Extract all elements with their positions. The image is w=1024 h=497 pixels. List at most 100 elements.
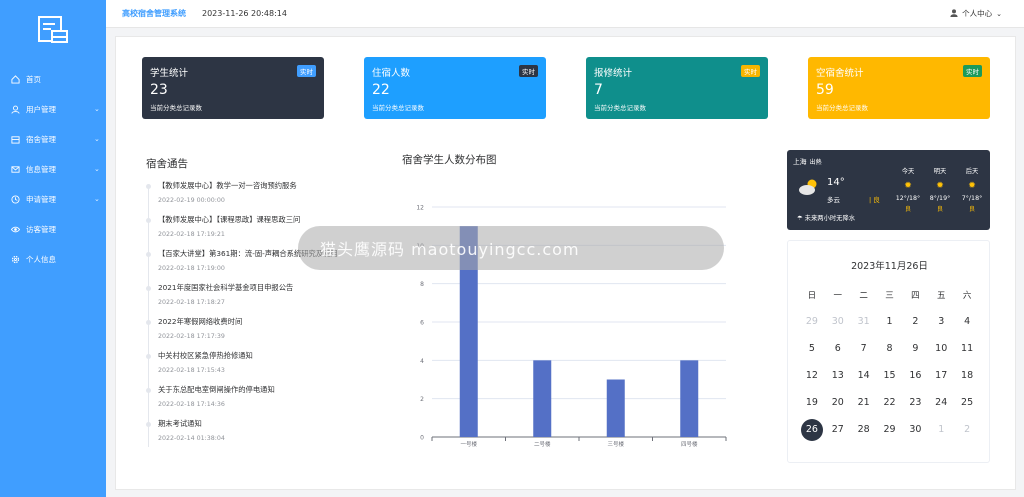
calendar-day[interactable]: 30 bbox=[825, 316, 851, 327]
announcement-item[interactable]: 2021年度国家社会科学基金项目申报公告 2022-02-18 17:18:27 bbox=[146, 283, 378, 317]
x-tick-label: 三号楼 bbox=[607, 440, 624, 448]
aqi-label: 出熱 bbox=[809, 159, 822, 166]
app-title: 高校宿舍管理系统 bbox=[122, 9, 186, 18]
calendar-day[interactable]: 1 bbox=[928, 424, 954, 435]
announcement-time: 2022-02-18 17:17:39 bbox=[158, 333, 225, 340]
dormitory-logo-icon bbox=[38, 16, 68, 43]
calendar-day[interactable]: 20 bbox=[825, 397, 851, 408]
calendar-day[interactable]: 5 bbox=[799, 343, 825, 354]
air-quality: | 良 bbox=[869, 196, 880, 204]
announcement-item[interactable]: 中关村校区紧急停热抢修通知 2022-02-18 17:15:43 bbox=[146, 351, 378, 385]
forecast-day-name: 明天 bbox=[933, 168, 947, 175]
calendar-day[interactable]: 22 bbox=[877, 397, 903, 408]
calendar-day[interactable]: 9 bbox=[902, 343, 928, 354]
y-tick-label: 6 bbox=[420, 320, 424, 327]
calendar-weekday: 日 bbox=[807, 290, 817, 301]
calendar-day-today[interactable]: 26 bbox=[799, 418, 825, 441]
announcement-time: 2022-02-18 17:18:27 bbox=[158, 299, 225, 306]
calendar-day[interactable]: 12 bbox=[799, 370, 825, 381]
sidebar-item-home[interactable]: 首页 bbox=[0, 64, 106, 94]
calendar-day[interactable]: 19 bbox=[799, 397, 825, 408]
calendar-day[interactable]: 27 bbox=[825, 424, 851, 435]
sidebar-item-info[interactable]: 信息管理 ⌄ bbox=[0, 154, 106, 184]
user-menu-dropdown[interactable]: 个人中心 ⌄ bbox=[950, 8, 1002, 19]
calendar-day[interactable]: 17 bbox=[928, 370, 954, 381]
chevron-down-icon: ⌄ bbox=[996, 9, 1002, 18]
realtime-badge: 实时 bbox=[297, 65, 316, 77]
chevron-down-icon: ⌄ bbox=[94, 105, 100, 113]
calendar-day[interactable]: 2 bbox=[902, 316, 928, 327]
chart-title: 宿舍学生人数分布图 bbox=[402, 154, 497, 166]
weather-city: 上海 出熱 bbox=[793, 156, 822, 166]
calendar-day[interactable]: 23 bbox=[902, 397, 928, 408]
current-temperature: 14° bbox=[827, 177, 845, 188]
calendar-day[interactable]: 1 bbox=[877, 316, 903, 327]
chevron-down-icon: ⌄ bbox=[94, 135, 100, 143]
sidebar-item-applications[interactable]: 申请管理 ⌄ bbox=[0, 184, 106, 214]
precipitation-text: 未来两小时无降水 bbox=[804, 215, 856, 222]
chevron-down-icon: ⌄ bbox=[94, 165, 100, 173]
x-tick-label: 一号楼 bbox=[460, 440, 477, 448]
calendar-day[interactable]: 31 bbox=[851, 316, 877, 327]
y-tick-label: 12 bbox=[416, 205, 424, 212]
stat-value: 59 bbox=[816, 82, 834, 98]
calendar-day[interactable]: 15 bbox=[877, 370, 903, 381]
building-icon bbox=[10, 134, 20, 144]
calendar-day[interactable]: 2 bbox=[954, 424, 980, 435]
calendar-day[interactable]: 13 bbox=[825, 370, 851, 381]
calendar-day[interactable]: 6 bbox=[825, 343, 851, 354]
calendar-week-row: 29 30 31 1 2 3 4 bbox=[799, 308, 980, 335]
calendar-day[interactable]: 7 bbox=[851, 343, 877, 354]
calendar-weekday: 五 bbox=[936, 290, 946, 301]
timeline-dot bbox=[146, 422, 151, 427]
announcement-item[interactable]: 关于东总配电室倒闸操作的停电通知 2022-02-18 17:14:36 bbox=[146, 385, 378, 419]
announcement-time: 2022-02-18 17:15:43 bbox=[158, 367, 225, 374]
calendar-day[interactable]: 25 bbox=[954, 397, 980, 408]
announcement-time: 2022-02-14 01:38:04 bbox=[158, 435, 225, 442]
announcement-item[interactable]: 【教师发展中心】教学一对一咨询预约服务 2022-02-19 00:00:00 bbox=[146, 181, 378, 215]
calendar-day[interactable]: 8 bbox=[877, 343, 903, 354]
calendar-day[interactable]: 4 bbox=[954, 316, 980, 327]
calendar-day[interactable]: 14 bbox=[851, 370, 877, 381]
announcement-title: 【教师发展中心】【课程思政】课程思政三问 bbox=[158, 215, 301, 224]
forecast-day: 明天 ✹ 8°/19° 良 bbox=[925, 166, 955, 213]
stat-card-students[interactable]: 学生统计 23 当前分类总记录数 实时 bbox=[142, 57, 324, 119]
announcement-title: 2021年度国家社会科学基金项目申报公告 bbox=[158, 283, 294, 292]
calendar-day[interactable]: 21 bbox=[851, 397, 877, 408]
calendar-day[interactable]: 24 bbox=[928, 397, 954, 408]
x-tick-label: 二号楼 bbox=[534, 440, 551, 448]
stat-subtitle: 当前分类总记录数 bbox=[594, 104, 646, 112]
calendar-day[interactable]: 11 bbox=[954, 343, 980, 354]
y-tick-label: 4 bbox=[420, 358, 424, 365]
announcement-title: 期末考试通知 bbox=[158, 419, 202, 428]
user-menu-label: 个人中心 bbox=[962, 9, 993, 18]
calendar-day[interactable]: 29 bbox=[877, 424, 903, 435]
forecast-day: 今天 ✹ 12°/18° 良 bbox=[893, 166, 923, 213]
sidebar-item-users[interactable]: 用户管理 ⌄ bbox=[0, 94, 106, 124]
chevron-down-icon: ⌄ bbox=[94, 195, 100, 203]
calendar-title: 2023年11月26日 bbox=[851, 261, 928, 272]
calendar-day[interactable]: 16 bbox=[902, 370, 928, 381]
stat-value: 23 bbox=[150, 82, 168, 98]
calendar-day[interactable]: 3 bbox=[928, 316, 954, 327]
sidebar-item-profile[interactable]: 个人信息 bbox=[0, 244, 106, 274]
calendar-day[interactable]: 29 bbox=[799, 316, 825, 327]
calendar-day[interactable]: 28 bbox=[851, 424, 877, 435]
calendar-day[interactable]: 18 bbox=[954, 370, 980, 381]
sidebar-item-label: 首页 bbox=[26, 74, 41, 84]
sidebar-item-dorms[interactable]: 宿舍管理 ⌄ bbox=[0, 124, 106, 154]
announcement-item[interactable]: 2022年寒假网络收费时间 2022-02-18 17:17:39 bbox=[146, 317, 378, 351]
stat-card-residents[interactable]: 住宿人数 22 当前分类总记录数 实时 bbox=[364, 57, 546, 119]
stat-card-repairs[interactable]: 报修统计 7 当前分类总记录数 实时 bbox=[586, 57, 768, 119]
announcement-item[interactable]: 期末考试通知 2022-02-14 01:38:04 bbox=[146, 419, 378, 453]
announcement-title: 关于东总配电室倒闸操作的停电通知 bbox=[158, 385, 275, 394]
sidebar-item-label: 访客管理 bbox=[26, 224, 56, 234]
calendar-day[interactable]: 10 bbox=[928, 343, 954, 354]
stat-card-empty-dorms[interactable]: 空宿舍统计 59 当前分类总记录数 实时 bbox=[808, 57, 990, 119]
stat-value: 22 bbox=[372, 82, 390, 98]
calendar-weekday-row: 日一二三四五六 bbox=[799, 281, 980, 308]
calendar-day[interactable]: 30 bbox=[902, 424, 928, 435]
sidebar-item-visitors[interactable]: 访客管理 bbox=[0, 214, 106, 244]
sidebar-item-label: 宿舍管理 bbox=[26, 134, 56, 144]
announcements-timeline: 【教师发展中心】教学一对一咨询预约服务 2022-02-19 00:00:00 … bbox=[146, 181, 378, 453]
